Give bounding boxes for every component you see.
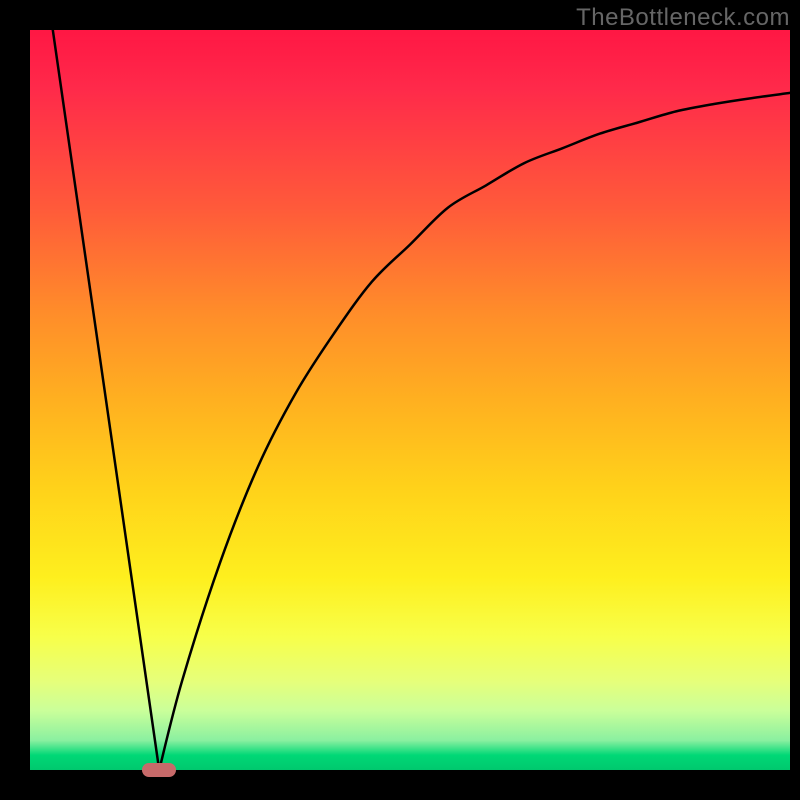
chart-frame: TheBottleneck.com bbox=[0, 0, 800, 800]
bottleneck-left-line bbox=[53, 30, 159, 770]
watermark-text: TheBottleneck.com bbox=[576, 4, 790, 32]
minimum-marker bbox=[142, 763, 176, 777]
plot-area bbox=[30, 30, 790, 770]
chart-lines bbox=[30, 30, 790, 770]
bottleneck-right-curve bbox=[159, 93, 790, 770]
